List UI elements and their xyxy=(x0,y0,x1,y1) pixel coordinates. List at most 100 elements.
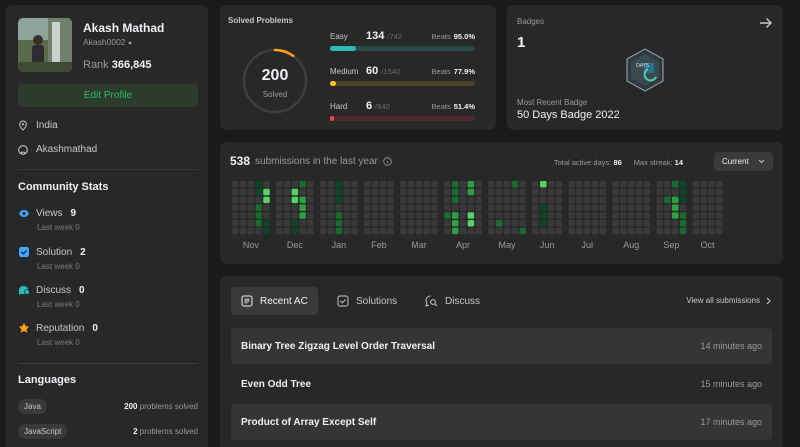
heatmap-cell xyxy=(327,212,335,219)
heatmap-cell xyxy=(291,181,299,188)
github-text[interactable]: Akashmathad xyxy=(36,144,97,155)
arrow-right-icon[interactable] xyxy=(759,16,773,30)
heatmap-cell xyxy=(307,227,314,235)
badge-50-days-icon[interactable]: DAYS xyxy=(622,47,668,93)
heatmap-cell xyxy=(568,181,575,188)
heatmap-cell xyxy=(444,212,451,219)
heatmap-cell xyxy=(291,188,299,196)
language-name: JavaScript xyxy=(18,424,68,439)
heatmap-cell xyxy=(496,227,503,235)
info-icon[interactable] xyxy=(383,156,392,166)
heatmap-cell xyxy=(400,227,407,235)
tab-solutions[interactable]: Solutions xyxy=(327,287,407,315)
difficulty-beats: Beats 95.0% xyxy=(432,32,475,41)
heatmap-cell xyxy=(511,227,519,235)
heatmap-cell xyxy=(643,181,651,188)
period-select[interactable]: Current xyxy=(714,152,773,171)
heatmap-cell xyxy=(635,181,643,188)
tab-label: Recent AC xyxy=(260,295,308,307)
heatmap-cell xyxy=(475,188,482,196)
max-streak-value: 14 xyxy=(674,158,683,167)
heatmap-cell xyxy=(371,212,379,219)
submissions-meta: Total active days: 86 Max streak: 14 xyxy=(554,158,683,167)
user-name: Akash Mathad xyxy=(83,21,165,35)
heatmap-cell xyxy=(283,212,291,219)
heatmap-cell xyxy=(467,220,475,227)
avatar[interactable] xyxy=(18,18,72,72)
heatmap-cell xyxy=(672,196,679,204)
heatmap-cell xyxy=(431,227,438,235)
heatmap-cell xyxy=(467,196,475,204)
heatmap-cell xyxy=(716,188,723,196)
max-streak-label: Max streak: xyxy=(633,158,673,167)
active-days-label: Total active days: xyxy=(553,158,612,167)
heatmap-cell xyxy=(628,196,635,204)
heatmap-cell xyxy=(444,181,451,188)
heatmap-cell xyxy=(700,212,707,219)
submission-row[interactable]: Binary Tree Zigzag Level Order Traversal… xyxy=(231,328,772,364)
heatmap-cell xyxy=(232,204,239,211)
heatmap-cell xyxy=(408,196,415,204)
heatmap-cell xyxy=(379,212,387,219)
heatmap-cell xyxy=(276,196,283,204)
heatmap-cell xyxy=(656,196,663,204)
heatmap-cell xyxy=(276,181,283,188)
heatmap-cell xyxy=(400,204,407,211)
heatmap-cell xyxy=(364,188,371,196)
heatmap-cell xyxy=(232,181,239,188)
heatmap-cell xyxy=(635,188,643,196)
language-count: 2 problems solved xyxy=(133,427,198,436)
heatmap-cell xyxy=(716,204,723,211)
heatmap-cell xyxy=(415,204,423,211)
heatmap-cell xyxy=(672,204,679,211)
submission-title[interactable]: Product of Array Except Self xyxy=(241,417,376,428)
heatmap-cell xyxy=(716,181,723,188)
heatmap-cell xyxy=(255,227,262,235)
stat-views: Views 9 Last week 0 xyxy=(18,208,80,232)
heatmap-month-label: Aug xyxy=(623,240,640,250)
heatmap-cell xyxy=(283,204,291,211)
heatmap-cell xyxy=(555,204,563,211)
heatmap-cell xyxy=(599,212,607,219)
heatmap-cell xyxy=(511,188,519,196)
submission-row[interactable]: Even Odd Tree 15 minutes ago xyxy=(231,366,772,402)
heatmap-cell xyxy=(283,220,291,227)
heatmap-cell xyxy=(612,227,619,235)
heatmap-cell xyxy=(415,220,423,227)
heatmap-cell xyxy=(664,212,671,219)
heatmap-cell xyxy=(452,204,459,211)
heatmap-cell xyxy=(387,204,394,211)
heatmap-cell xyxy=(532,196,539,204)
heatmap-cell xyxy=(584,188,591,196)
tab-label: Solutions xyxy=(356,295,398,307)
heatmap-cell xyxy=(496,220,503,227)
heatmap-cell xyxy=(379,220,387,227)
submission-row[interactable]: Product of Array Except Self 17 minutes … xyxy=(231,404,772,440)
submission-title[interactable]: Binary Tree Zigzag Level Order Traversal xyxy=(241,341,435,352)
heatmap-cell xyxy=(503,212,511,219)
heatmap-cell xyxy=(599,188,607,196)
edit-profile-button[interactable]: Edit Profile xyxy=(18,84,198,107)
submission-time: 15 minutes ago xyxy=(700,379,762,389)
heatmap-cell xyxy=(519,227,526,235)
heatmap-cell xyxy=(232,227,239,235)
heatmap-cell xyxy=(679,220,687,227)
tab-discuss[interactable]: Discuss xyxy=(415,287,490,315)
submission-title[interactable]: Even Odd Tree xyxy=(241,379,311,390)
stat-views-value: 9 xyxy=(70,208,77,219)
heatmap-cell xyxy=(320,181,327,188)
solved-problems-title: Solved Problems xyxy=(228,16,293,25)
github-row[interactable]: Akashmathad xyxy=(18,144,97,155)
heatmap-cell xyxy=(351,220,358,227)
heatmap-cell xyxy=(584,227,591,235)
badges-card[interactable]: Badges 1 DAYS Most Recent Badge 50 Days … xyxy=(507,5,783,130)
tab-recent-ac[interactable]: Recent AC xyxy=(231,287,318,315)
heatmap-cell xyxy=(423,188,431,196)
heatmap-cell xyxy=(263,188,270,196)
github-icon xyxy=(18,144,28,155)
heatmap-cell xyxy=(431,188,438,196)
view-all-submissions-link[interactable]: View all submissions xyxy=(686,296,771,305)
heatmap-cell xyxy=(555,196,563,204)
heatmap-cell xyxy=(327,220,335,227)
heatmap-cell xyxy=(511,196,519,204)
